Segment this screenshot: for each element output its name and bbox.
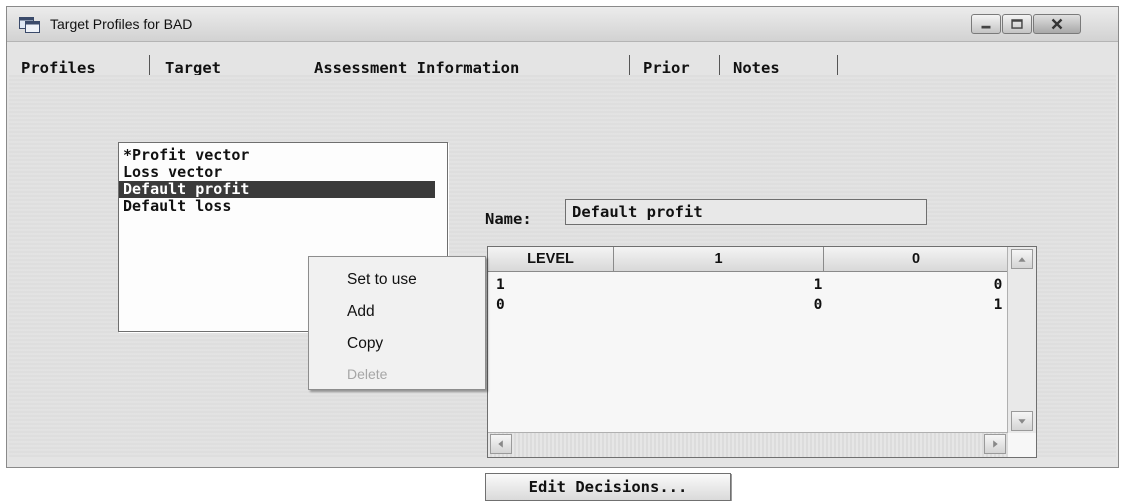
menu-item-add[interactable]: Add: [347, 301, 375, 323]
scroll-right-button[interactable]: [984, 434, 1006, 454]
name-label: Name:: [485, 210, 532, 228]
table-row: 1 1 0: [488, 275, 1008, 295]
table-body: 1 1 0 0 0 1: [488, 272, 1008, 432]
table-cell[interactable]: 1: [988, 295, 1008, 315]
horizontal-scrollbar[interactable]: [488, 432, 1008, 457]
title-bar[interactable]: Target Profiles for BAD: [7, 7, 1118, 42]
scroll-up-button[interactable]: [1011, 249, 1033, 269]
column-header-1[interactable]: 1: [614, 247, 824, 271]
triangle-up-icon: [1018, 257, 1026, 262]
table-cell[interactable]: 0: [808, 295, 828, 315]
table-header: LEVEL 1 0: [488, 247, 1008, 272]
context-menu: Set to use Add Copy Delete: [308, 256, 486, 390]
profiles-panel: *Profit vector Loss vector Default profi…: [9, 75, 1116, 501]
menu-item-copy[interactable]: Copy: [347, 333, 383, 355]
window-title: Target Profiles for BAD: [50, 16, 193, 32]
sas-window-icon: [19, 17, 41, 33]
table-cell[interactable]: 0: [988, 275, 1008, 295]
menu-item-set-to-use[interactable]: Set to use: [347, 269, 417, 291]
table-cell[interactable]: 1: [496, 275, 505, 295]
minimize-button[interactable]: [971, 14, 1001, 34]
triangle-down-icon: [1018, 419, 1026, 424]
table-cell[interactable]: 1: [808, 275, 828, 295]
triangle-right-icon: [993, 440, 998, 448]
list-item-selected[interactable]: Default profit: [119, 181, 435, 198]
maximize-button[interactable]: [1002, 14, 1032, 34]
menu-item-delete: Delete: [347, 366, 388, 382]
profit-matrix-table: LEVEL 1 0 1 1 0 0 0 1: [487, 246, 1037, 458]
scroll-left-button[interactable]: [490, 434, 512, 454]
tab-strip: Profiles Target Assessment Information P…: [17, 45, 1107, 81]
vertical-scrollbar[interactable]: [1007, 247, 1036, 433]
close-icon: [1051, 18, 1063, 30]
list-item[interactable]: *Profit vector: [119, 147, 435, 164]
triangle-left-icon: [498, 440, 503, 448]
table-row: 0 0 1: [488, 295, 1008, 315]
minimize-icon: [981, 25, 991, 29]
table-cell[interactable]: 0: [496, 295, 505, 315]
edit-decisions-button[interactable]: Edit Decisions...: [485, 473, 731, 501]
close-button[interactable]: [1033, 14, 1081, 34]
target-profiles-window: Target Profiles for BAD Profiles Target …: [6, 6, 1119, 501]
column-header-level[interactable]: LEVEL: [488, 247, 614, 271]
scroll-down-button[interactable]: [1011, 411, 1033, 431]
name-field[interactable]: Default profit: [565, 199, 927, 225]
list-item[interactable]: Loss vector: [119, 164, 435, 181]
maximize-icon: [1011, 19, 1023, 29]
column-header-0[interactable]: 0: [824, 247, 1008, 271]
list-item[interactable]: Default loss: [119, 198, 435, 215]
